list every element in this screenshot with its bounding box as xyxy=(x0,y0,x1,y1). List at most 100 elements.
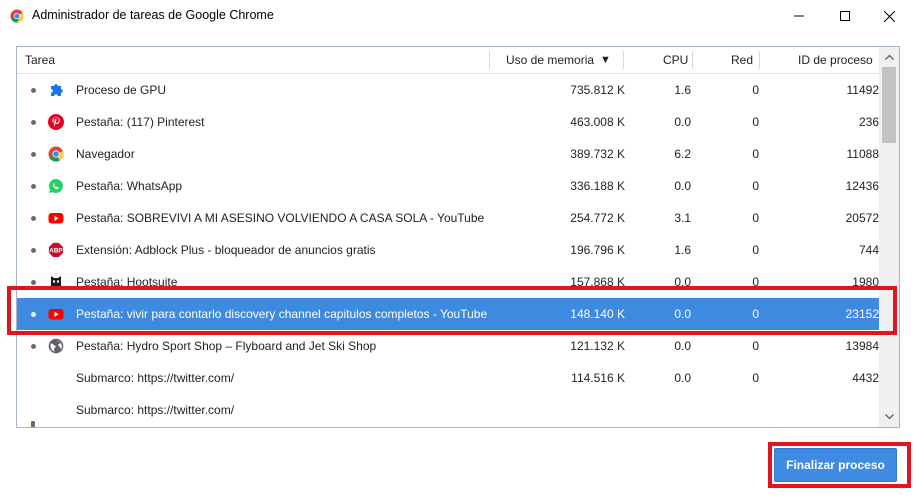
minimize-icon xyxy=(794,15,804,17)
memory-value: 148.140 K xyxy=(570,307,625,321)
task-name: Pestaña: SOBREVIVI A MI ASESINO VOLVIEND… xyxy=(76,211,485,225)
pid-value: 11492 xyxy=(846,83,879,97)
pid-value: 12436 xyxy=(845,179,879,193)
maximize-button[interactable] xyxy=(822,0,868,32)
task-name: Pestaña: vivir para contarlo discovery c… xyxy=(76,307,488,321)
network-value: 0 xyxy=(752,83,759,97)
task-name: Submarco: https://twitter.com/ xyxy=(76,371,235,385)
table-row[interactable]: Pestaña: WhatsApp 336.188 K 0.0 0 12436 xyxy=(17,170,879,202)
cpu-value: 0.0 xyxy=(674,371,691,385)
column-header-pid[interactable]: ID de proceso xyxy=(798,47,873,73)
row-bullet xyxy=(31,184,36,189)
memory-value: 157.868 K xyxy=(570,275,625,289)
whatsapp-icon xyxy=(49,179,63,193)
scroll-down-button[interactable] xyxy=(879,407,899,427)
task-name: Pestaña: Hootsuite xyxy=(76,275,178,289)
adblock-icon: ABP xyxy=(48,242,64,258)
column-divider[interactable] xyxy=(489,51,490,69)
close-button[interactable] xyxy=(866,0,912,32)
network-value: 0 xyxy=(752,211,759,225)
vertical-scrollbar[interactable] xyxy=(879,47,899,427)
row-bullet xyxy=(31,344,36,349)
row-bullet xyxy=(31,312,36,317)
cpu-value: 3.1 xyxy=(674,211,691,225)
table-row-selected[interactable]: Pestaña: vivir para contarlo discovery c… xyxy=(17,298,879,330)
row-bullet xyxy=(31,88,36,93)
svg-text:ABP: ABP xyxy=(49,248,63,255)
cpu-value: 0.0 xyxy=(674,115,691,129)
cpu-value: 0.0 xyxy=(674,339,691,353)
table-row[interactable]: Pestaña: SOBREVIVI A MI ASESINO VOLVIEND… xyxy=(17,202,879,234)
sort-descending-icon: ▼ xyxy=(600,54,611,66)
table-row[interactable]: ABP Extensión: Adblock Plus - bloqueador… xyxy=(17,234,879,266)
column-divider[interactable] xyxy=(623,51,624,69)
memory-value: 735.812 K xyxy=(570,83,625,97)
network-value: 0 xyxy=(752,371,759,385)
chrome-icon xyxy=(10,9,24,23)
task-name: Pestaña: WhatsApp xyxy=(76,179,183,193)
network-value: 0 xyxy=(752,179,759,193)
scrollbar-thumb[interactable] xyxy=(882,67,896,143)
table-row[interactable]: Submarco: https://twitter.com/ xyxy=(17,394,879,426)
row-bullet xyxy=(31,216,36,221)
memory-value: 114.516 K xyxy=(571,371,625,385)
network-value: 0 xyxy=(752,307,759,321)
row-bullet xyxy=(31,280,36,285)
row-bullet xyxy=(31,152,36,157)
end-process-button[interactable]: Finalizar proceso xyxy=(774,448,897,482)
cpu-value: 0.0 xyxy=(674,275,691,289)
pid-value: 1980 xyxy=(852,275,879,289)
puzzle-icon xyxy=(51,84,63,96)
table-row[interactable]: Pestaña: (117) Pinterest 463.008 K 0.0 0… xyxy=(17,106,879,138)
pid-value: 11088 xyxy=(846,147,879,161)
memory-value: 463.008 K xyxy=(570,115,625,129)
task-name: Pestaña: (117) Pinterest xyxy=(76,115,205,129)
network-value: 0 xyxy=(752,147,759,161)
task-name: Proceso de GPU xyxy=(76,83,167,97)
column-divider[interactable] xyxy=(692,51,693,69)
chevron-down-icon xyxy=(884,414,894,420)
column-divider[interactable] xyxy=(759,51,760,69)
pinterest-icon xyxy=(48,114,64,130)
pid-value: 236 xyxy=(858,115,879,129)
column-header-memory[interactable]: Uso de memoria xyxy=(506,47,594,73)
table-row[interactable]: Submarco: https://twitter.com/ 114.516 K… xyxy=(17,362,879,394)
minimize-button[interactable] xyxy=(776,0,822,32)
pid-value: 23152 xyxy=(845,307,879,321)
hootsuite-icon xyxy=(51,276,61,289)
network-value: 0 xyxy=(752,243,759,257)
pid-value: 13984 xyxy=(845,339,879,353)
table-row[interactable]: Pestaña: Hootsuite 157.868 K 0.0 0 1980 xyxy=(17,266,879,298)
memory-value: 389.732 K xyxy=(570,147,625,161)
memory-value: 121.132 K xyxy=(570,339,625,353)
table-row[interactable]: Pestaña: Hydro Sport Shop – Flyboard and… xyxy=(17,330,879,362)
pid-value: 744 xyxy=(858,243,879,257)
task-name: Navegador xyxy=(76,147,135,161)
column-header-network[interactable]: Red xyxy=(731,47,753,73)
memory-value: 196.796 K xyxy=(570,243,625,257)
task-name: Extensión: Adblock Plus - bloqueador de … xyxy=(76,243,376,257)
row-bullet xyxy=(31,120,36,125)
task-table: Tarea Uso de memoria ▼ CPU Red ID de pro… xyxy=(16,46,900,428)
chrome-icon xyxy=(48,146,64,162)
cpu-value: 1.6 xyxy=(674,243,691,257)
chevron-up-icon xyxy=(884,54,894,60)
memory-value: 336.188 K xyxy=(570,179,625,193)
column-header-cpu[interactable]: CPU xyxy=(663,47,688,73)
globe-icon xyxy=(48,338,64,354)
table-row[interactable]: Navegador 389.732 K 6.2 0 11088 xyxy=(17,138,879,170)
pid-value: 20572 xyxy=(845,211,879,225)
maximize-icon xyxy=(840,11,850,21)
table-header: Tarea Uso de memoria ▼ CPU Red ID de pro… xyxy=(17,47,879,74)
network-value: 0 xyxy=(752,115,759,129)
youtube-icon xyxy=(48,309,64,320)
pid-value: 4432 xyxy=(852,371,879,385)
scroll-up-button[interactable] xyxy=(879,47,899,67)
task-name: Submarco: https://twitter.com/ xyxy=(76,403,235,417)
column-header-task[interactable]: Tarea xyxy=(25,47,55,73)
memory-value: 254.772 K xyxy=(570,211,625,225)
network-value: 0 xyxy=(752,275,759,289)
table-row[interactable]: Proceso de GPU 735.812 K 1.6 0 11492 xyxy=(17,74,879,106)
cpu-value: 6.2 xyxy=(674,147,691,161)
youtube-icon xyxy=(48,213,64,224)
